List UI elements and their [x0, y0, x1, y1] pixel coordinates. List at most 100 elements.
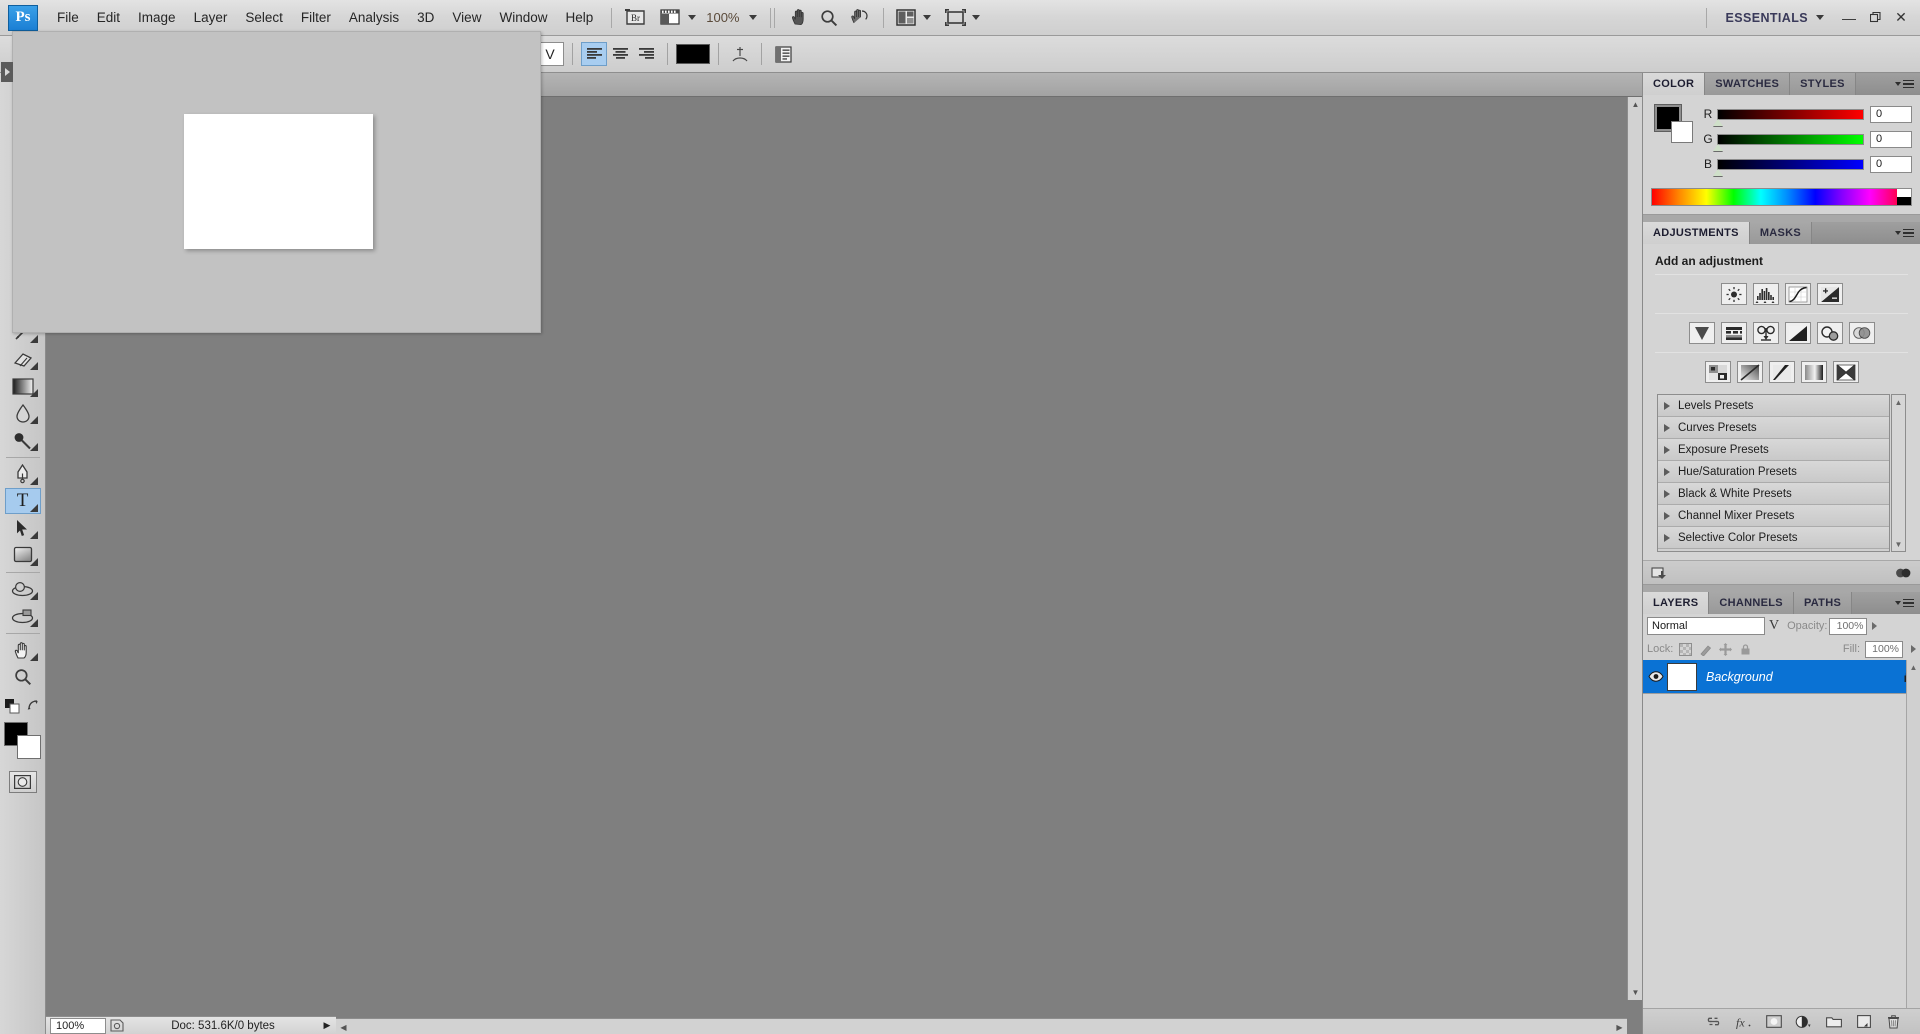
tab-color[interactable]: COLOR — [1643, 73, 1706, 95]
new-fill-adjustment-layer-icon[interactable] — [1795, 1013, 1812, 1030]
tool-3d-object-rotate[interactable] — [5, 576, 41, 602]
tool-eraser[interactable] — [5, 346, 41, 372]
lock-transparent-pixels-icon[interactable] — [1678, 642, 1693, 657]
gradient-map-icon[interactable] — [1800, 361, 1827, 383]
hand-icon[interactable] — [784, 5, 814, 31]
green-channel-value[interactable]: 0 — [1870, 130, 1912, 148]
background-color-swatch[interactable] — [16, 735, 41, 759]
preset-exposure[interactable]: Exposure Presets — [1658, 439, 1889, 461]
character-paragraph-panels-icon[interactable] — [770, 42, 796, 66]
bridge-icon[interactable]: Br — [621, 5, 649, 31]
new-layer-icon[interactable] — [1855, 1013, 1872, 1030]
scroll-up-arrow-icon[interactable]: ▲ — [1628, 97, 1643, 112]
color-panel-swatches[interactable] — [1654, 104, 1693, 143]
canvas-horizontal-scrollbar[interactable]: ◀ ▶ — [336, 1018, 1627, 1034]
align-left-button[interactable] — [581, 42, 607, 66]
lock-all-icon[interactable] — [1738, 642, 1753, 657]
menu-window[interactable]: Window — [490, 6, 556, 29]
adjustments-panel-menu-icon[interactable] — [1895, 222, 1920, 244]
opacity-value[interactable]: 100% — [1829, 617, 1868, 635]
selective-color-icon[interactable] — [1832, 361, 1859, 383]
menu-filter[interactable]: Filter — [292, 6, 340, 29]
panel-expand-arrow-icon[interactable] — [1, 62, 13, 82]
tab-styles[interactable]: STYLES — [1790, 73, 1856, 95]
tool-color-swatches[interactable] — [3, 721, 43, 761]
view-extras-icon[interactable] — [656, 5, 684, 31]
status-menu-arrow-icon[interactable]: ▶ — [318, 1020, 336, 1031]
layers-scroll-up-icon[interactable]: ▲ — [1907, 660, 1920, 674]
scroll-right-arrow-icon[interactable]: ▶ — [1612, 1019, 1627, 1034]
screen-mode-icon[interactable] — [942, 5, 968, 31]
blend-mode-select[interactable]: Normal — [1647, 617, 1765, 635]
preset-channel-mixer[interactable]: Channel Mixer Presets — [1658, 505, 1889, 527]
default-colors-icon[interactable] — [4, 699, 20, 714]
black-white-icon[interactable] — [1784, 322, 1811, 344]
swap-colors-icon[interactable] — [27, 698, 41, 712]
menu-help[interactable]: Help — [556, 6, 602, 29]
tool-gradient[interactable] — [5, 373, 41, 399]
layer-name[interactable]: Background — [1706, 670, 1898, 684]
channel-mixer-icon[interactable] — [1848, 322, 1875, 344]
delete-adjustment-icon[interactable] — [1895, 566, 1912, 580]
tab-masks[interactable]: MASKS — [1749, 222, 1813, 244]
fill-slider-arrow-icon[interactable] — [1911, 645, 1916, 653]
menu-layer[interactable]: Layer — [185, 6, 237, 29]
preset-black-white[interactable]: Black & White Presets — [1658, 483, 1889, 505]
layer-style-fx-icon[interactable]: fx — [1735, 1013, 1752, 1030]
canvas-vertical-scrollbar[interactable]: ▲ ▼ — [1627, 97, 1642, 1000]
align-right-button[interactable] — [633, 42, 659, 66]
view-extras-chevron-down-icon[interactable] — [688, 15, 697, 20]
menu-select[interactable]: Select — [236, 6, 292, 29]
fill-value[interactable]: 100% — [1865, 640, 1903, 658]
menu-analysis[interactable]: Analysis — [340, 6, 408, 29]
zoom-icon[interactable] — [814, 5, 844, 31]
text-color-swatch[interactable] — [676, 44, 710, 64]
levels-icon[interactable] — [1752, 283, 1779, 305]
preset-curves[interactable]: Curves Presets — [1658, 417, 1889, 439]
preset-hue-saturation[interactable]: Hue/Saturation Presets — [1658, 461, 1889, 483]
threshold-icon[interactable] — [1768, 361, 1795, 383]
scroll-left-arrow-icon[interactable]: ◀ — [336, 1019, 351, 1034]
color-spectrum-gradient[interactable] — [1652, 189, 1897, 205]
color-spectrum-ramp[interactable] — [1651, 188, 1912, 206]
layer-row-background[interactable]: Background — [1643, 660, 1920, 694]
tool-3d-camera-rotate[interactable] — [5, 603, 41, 629]
tab-swatches[interactable]: SWATCHES — [1705, 73, 1791, 95]
presets-scroll-up-icon[interactable]: ▲ — [1892, 395, 1905, 409]
color-balance-icon[interactable] — [1752, 322, 1779, 344]
blend-mode-chevron-icon[interactable]: V — [1767, 618, 1785, 634]
tool-hand[interactable] — [5, 637, 41, 663]
floating-document-window[interactable] — [1, 31, 541, 333]
restore-button[interactable] — [1862, 6, 1888, 30]
blue-channel-slider[interactable] — [1713, 158, 1864, 176]
tool-pen[interactable] — [5, 461, 41, 487]
invert-icon[interactable] — [1704, 361, 1731, 383]
photo-filter-icon[interactable] — [1816, 322, 1843, 344]
minimize-button[interactable]: — — [1836, 6, 1862, 30]
tool-zoom[interactable] — [5, 664, 41, 690]
preset-selective-color[interactable]: Selective Color Presets — [1658, 527, 1889, 549]
status-zoom-field[interactable]: 100% — [50, 1017, 106, 1034]
opacity-slider-arrow-icon[interactable] — [1872, 622, 1878, 630]
menu-file[interactable]: File — [48, 6, 88, 29]
layers-list-scrollbar[interactable]: ▲ — [1906, 660, 1920, 1008]
tool-blur[interactable] — [5, 400, 41, 426]
hue-saturation-icon[interactable] — [1720, 322, 1747, 344]
screen-mode-chevron-down-icon[interactable] — [972, 15, 981, 20]
close-button[interactable]: ✕ — [1888, 6, 1914, 30]
color-spectrum-black-white[interactable] — [1897, 189, 1911, 205]
curves-icon[interactable] — [1784, 283, 1811, 305]
tab-adjustments[interactable]: ADJUSTMENTS — [1643, 222, 1750, 244]
document-preview-icon[interactable] — [106, 1018, 128, 1034]
arrange-documents-icon[interactable] — [893, 5, 919, 31]
scroll-down-arrow-icon[interactable]: ▼ — [1628, 985, 1643, 1000]
exposure-icon[interactable] — [1816, 283, 1843, 305]
layer-thumbnail[interactable] — [1667, 662, 1697, 691]
red-channel-slider[interactable] — [1713, 108, 1864, 126]
lock-position-icon[interactable] — [1718, 642, 1733, 657]
preset-levels[interactable]: Levels Presets — [1658, 395, 1889, 417]
lock-image-pixels-icon[interactable] — [1698, 642, 1713, 657]
blue-channel-value[interactable]: 0 — [1870, 155, 1912, 173]
green-channel-slider[interactable] — [1713, 133, 1864, 151]
color-panel-background-swatch[interactable] — [1671, 121, 1693, 143]
